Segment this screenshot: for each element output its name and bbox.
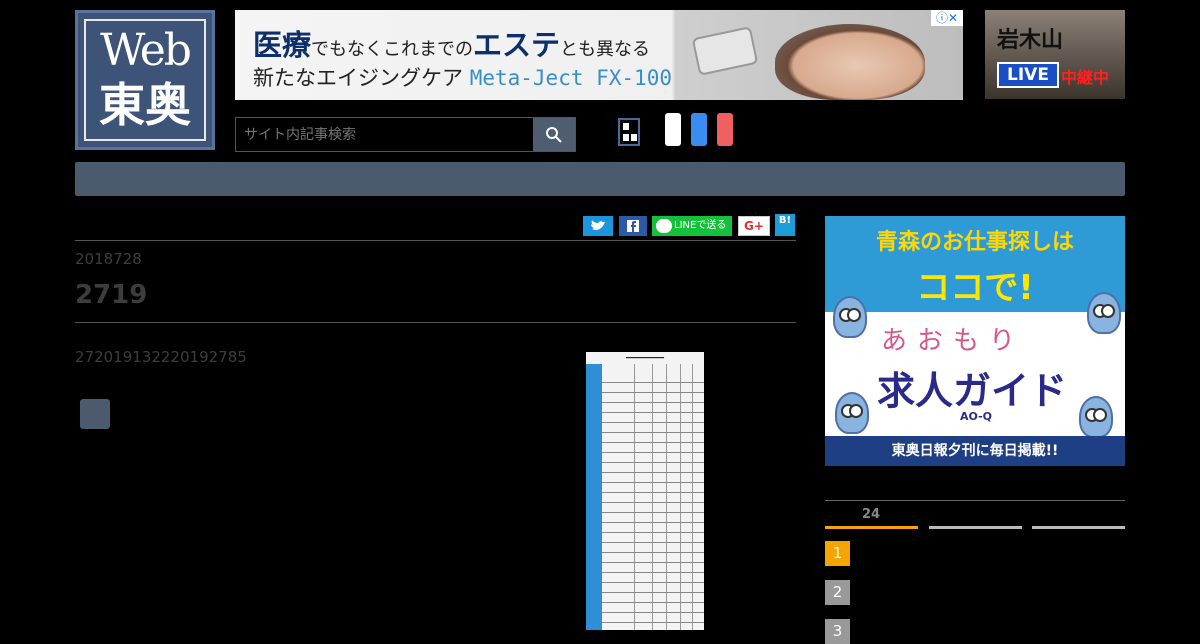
table-image-row <box>602 522 704 523</box>
ad-copy-line2: 新たなエイジングケア Meta-Ject FX-100 <box>253 62 672 92</box>
table-image-vline <box>634 364 635 630</box>
table-image-row <box>602 482 704 483</box>
table-image-row <box>602 502 704 503</box>
article-image-button[interactable] <box>80 399 110 429</box>
table-image-row <box>602 542 704 543</box>
article-body: 272019132220192785 <box>75 348 247 366</box>
table-image-row <box>602 552 704 553</box>
ad-close-icon[interactable]: ⓘ✕ <box>931 10 963 26</box>
logo-line2: 東奥 <box>99 78 191 132</box>
table-image-row <box>602 382 704 383</box>
search-input[interactable] <box>236 118 533 151</box>
article-top-divider <box>75 240 796 241</box>
ranking-tab-month[interactable] <box>1032 526 1125 529</box>
article-title: 2719 <box>75 280 148 310</box>
table-image-row <box>602 472 704 473</box>
live-camera-banner[interactable]: 岩木山 LIVE 中継中 <box>985 10 1125 99</box>
owl-mascot-icon <box>1079 396 1113 438</box>
side-ad-headline2: ココで! <box>916 268 1034 308</box>
article-date: 2018728 <box>75 250 142 268</box>
table-image-row <box>602 442 704 443</box>
table-image-row <box>602 572 704 573</box>
table-image-row <box>602 412 704 413</box>
owl-mascot-icon <box>835 392 869 434</box>
ranking-number[interactable]: 2 <box>825 580 850 605</box>
table-image-row <box>602 452 704 453</box>
table-image-row <box>602 422 704 423</box>
sidebar-job-ad[interactable]: 青森のお仕事探しは ココで! あおもり 求人ガイド AO-Q 東奥日報夕刊に毎日… <box>825 216 1125 466</box>
site-logo[interactable]: Web 東奥 <box>75 10 215 150</box>
global-nav[interactable] <box>75 162 1125 196</box>
live-relay-label: 中継中 <box>1061 68 1110 87</box>
logo-line1: Web <box>100 25 192 76</box>
search-icon <box>546 127 562 143</box>
site-search <box>235 117 576 152</box>
line-share-button[interactable]: LINEで送る <box>652 216 732 236</box>
table-image-row <box>602 492 704 493</box>
ad-copy1-end: とも異なる <box>560 39 651 60</box>
grid-icon[interactable] <box>618 118 640 146</box>
table-image-row <box>602 432 704 433</box>
table-image-vline <box>652 364 653 630</box>
search-button[interactable] <box>533 118 575 151</box>
article-table-image[interactable]: ━━━━━━━━━ <box>586 352 704 630</box>
table-image-row <box>602 402 704 403</box>
header-ad-banner[interactable]: 医療でもなくこれまでのエステとも異なる 新たなエイジングケア Meta-Ject… <box>235 10 963 100</box>
live-badge: LIVE <box>997 62 1059 88</box>
ad-device-image <box>691 26 759 76</box>
ad-word-medical: 医療 <box>253 28 312 62</box>
font-size-medium-icon[interactable] <box>691 113 707 146</box>
side-ad-headline1: 青森のお仕事探しは <box>875 230 1074 255</box>
ad-product: Meta-Ject FX-100 <box>469 66 672 90</box>
table-image-row <box>602 532 704 533</box>
facebook-share-button[interactable] <box>619 216 647 236</box>
ranking-tab-label: 24 <box>862 507 881 522</box>
table-image-vline <box>666 364 667 630</box>
twitter-share-button[interactable] <box>583 216 613 236</box>
ad-model-image <box>775 24 925 100</box>
table-image-vline <box>680 364 681 630</box>
table-image-vline <box>692 364 693 630</box>
live-mountain-name: 岩木山 <box>997 27 1064 53</box>
side-ad-guide: 求人ガイド <box>877 369 1068 413</box>
ranking-number[interactable]: 1 <box>825 541 850 566</box>
font-size-small-icon[interactable] <box>665 113 681 146</box>
table-image-row <box>602 612 704 613</box>
article-title-divider <box>75 322 796 323</box>
ranking-tab-week[interactable] <box>929 526 1022 529</box>
table-image-row <box>602 512 704 513</box>
table-image-row <box>602 562 704 563</box>
ranking-number[interactable]: 3 <box>825 619 850 644</box>
ranking-divider <box>825 500 1125 501</box>
owl-mascot-icon <box>1087 292 1121 334</box>
ad-copy2: 新たなエイジングケア <box>253 66 463 90</box>
table-image-sidebar <box>586 364 602 630</box>
table-image-row <box>602 622 704 623</box>
ad-copy1-mid: でもなくこれまでの <box>311 39 474 60</box>
side-ad-kana: あおもり <box>881 326 1026 356</box>
table-image-header: ━━━━━━━━━ <box>626 354 664 362</box>
side-ad-footer: 東奥日報夕刊に毎日掲載!! <box>825 436 1125 466</box>
table-image-row <box>602 462 704 463</box>
table-image-row <box>602 602 704 603</box>
table-image-row <box>602 592 704 593</box>
twitter-icon <box>591 220 605 230</box>
ad-copy-line1: 医療でもなくこれまでのエステとも異なる <box>253 22 650 64</box>
table-image-row <box>602 392 704 393</box>
ranking-tab-24h[interactable] <box>825 526 918 529</box>
gplus-share-button[interactable]: G+ <box>738 216 770 236</box>
font-size-large-icon[interactable] <box>717 113 733 146</box>
table-image-row <box>602 582 704 583</box>
ad-word-esthe: エステ <box>473 28 561 62</box>
hatena-bookmark-button[interactable]: B! <box>775 214 795 236</box>
side-ad-brand: AO-Q <box>960 410 992 423</box>
facebook-icon <box>627 220 639 232</box>
owl-mascot-icon <box>833 296 867 338</box>
